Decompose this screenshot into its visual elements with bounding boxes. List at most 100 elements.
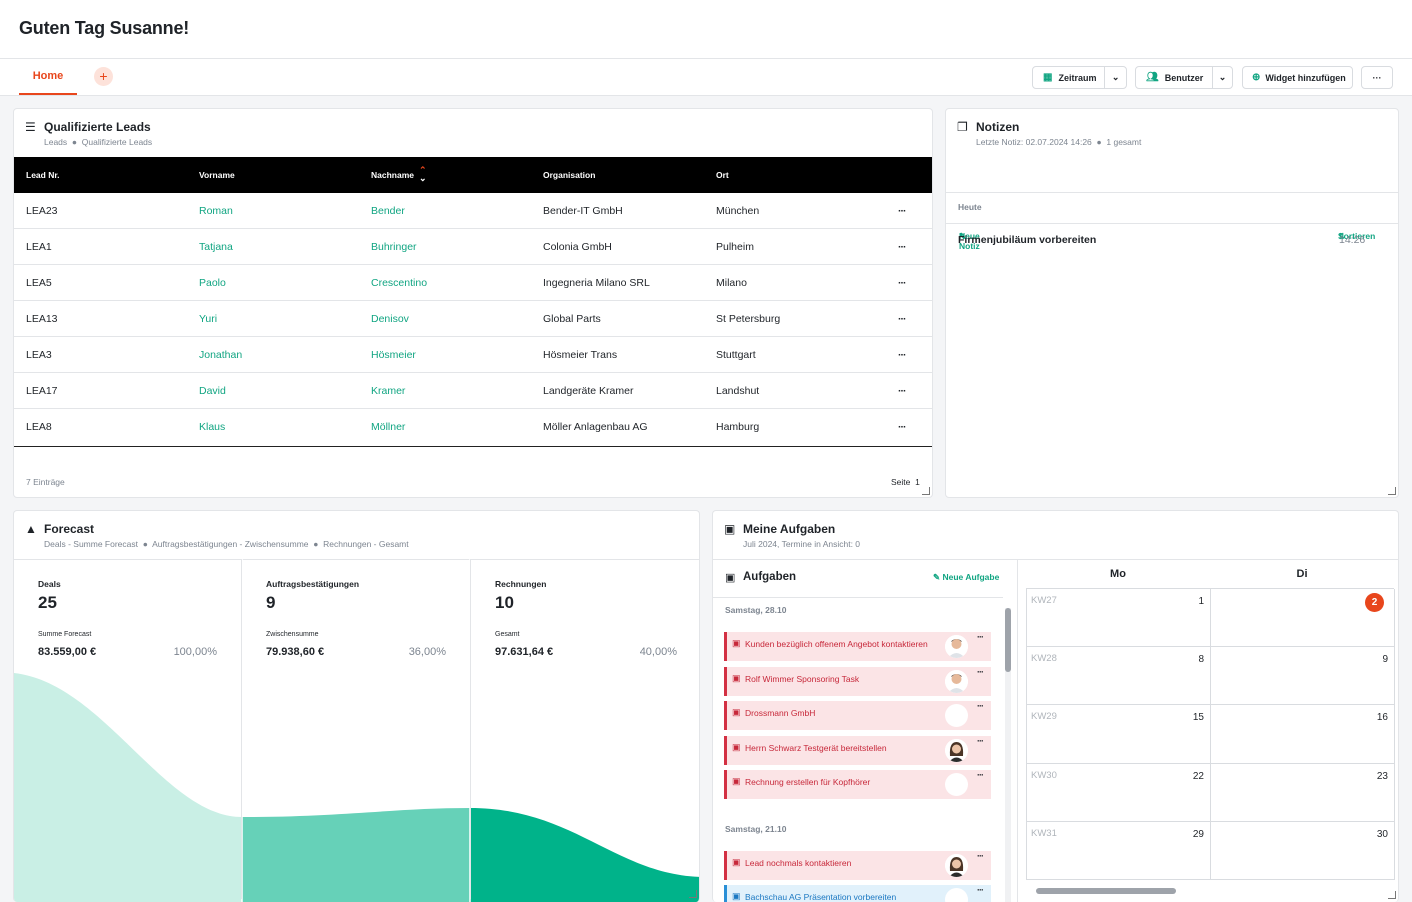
task-menu-button[interactable]: ··· (977, 885, 984, 895)
lastname-cell[interactable]: Buhringer (371, 241, 417, 253)
lastname-cell[interactable]: Denisov (371, 313, 409, 325)
firstname-cell[interactable]: Yuri (199, 313, 217, 325)
task-menu-button[interactable]: ··· (977, 770, 984, 780)
col-organisation[interactable]: Organisation (543, 170, 595, 180)
calendar-day-cell[interactable]: KW27 1 (1027, 589, 1211, 648)
calendar-day-cell[interactable]: 2 (1211, 589, 1395, 648)
leads-title: Qualifizierte Leads (44, 120, 151, 134)
day-header-mo: Mo (1110, 568, 1126, 580)
row-menu-button[interactable]: ··· (898, 349, 906, 361)
table-row[interactable]: LEA23 Roman Bender Bender-IT GmbH München ··· (14, 193, 932, 229)
chevron-down-icon[interactable]: ⌄ (1213, 72, 1232, 83)
row-menu-button[interactable]: ··· (898, 313, 906, 325)
row-menu-button[interactable]: ··· (898, 205, 906, 217)
row-menu-button[interactable]: ··· (898, 385, 906, 397)
day-header-di: Di (1296, 568, 1308, 580)
lead-nr-cell: LEA23 (26, 205, 58, 217)
table-row[interactable]: LEA5 Paolo Crescentino Ingegneria Milano SR… (14, 265, 932, 301)
firstname-cell[interactable]: Jonathan (199, 349, 242, 361)
lastname-cell[interactable]: Bender (371, 205, 405, 217)
resize-handle[interactable] (689, 890, 697, 898)
firstname-cell[interactable]: Tatjana (199, 241, 233, 253)
task-item[interactable]: ▣ Rolf Wimmer Sponsoring Task ··· (724, 666, 991, 696)
task-menu-button[interactable]: ··· (977, 736, 984, 746)
row-menu-button[interactable]: ··· (898, 241, 906, 253)
users-button[interactable]: 👥︎ Benutzer ⌄ (1135, 66, 1233, 89)
calendar-day-cell[interactable]: KW29 15 (1027, 705, 1211, 764)
pagination[interactable]: Seite 1 (891, 477, 920, 487)
resize-handle[interactable] (1388, 487, 1396, 495)
forecast-amount: 97.631,64 € (495, 646, 554, 658)
note-item-title[interactable]: Firmenjubiläum vorbereiten (958, 234, 1096, 246)
task-menu-button[interactable]: ··· (977, 667, 984, 677)
horizontal-scrollbar[interactable] (1036, 888, 1176, 894)
forecast-column: Deals 25 Summe Forecast 83.559,00 € 100,00% (14, 559, 242, 899)
sort-icon[interactable]: ⌃ ⌄ (419, 166, 427, 183)
period-label: Zeitraum (1058, 72, 1097, 83)
col-nachname[interactable]: Nachname (371, 170, 414, 180)
col-lead-nr[interactable]: Lead Nr. (26, 170, 60, 180)
col-vorname[interactable]: Vorname (199, 170, 235, 180)
more-button[interactable]: ··· (1361, 66, 1393, 89)
table-row[interactable]: LEA3 Jonathan Hösmeier Hösmeier Trans Stuttg… (14, 337, 932, 373)
firstname-cell[interactable]: David (199, 385, 226, 397)
table-row[interactable]: LEA1 Tatjana Buhringer Colonia GmbH Pulheim ·… (14, 229, 932, 265)
day-number: 16 (1376, 712, 1388, 724)
chevron-down-icon[interactable]: ⌄ (1105, 72, 1126, 83)
period-button[interactable]: ▦ Zeitraum ⌄ (1032, 66, 1127, 89)
task-item[interactable]: ▣ Kunden bezüglich offenem Angebot kontak… (724, 632, 991, 661)
task-check-icon: ▣ (732, 856, 741, 867)
row-menu-button[interactable]: ··· (898, 277, 906, 289)
scrollbar[interactable] (1005, 608, 1011, 902)
firstname-cell[interactable]: Klaus (199, 421, 225, 433)
tasks-widget: ▣ Meine Aufgaben Juli 2024, Termine in A… (712, 510, 1399, 902)
forecast-count: 10 (495, 593, 514, 612)
lastname-cell[interactable]: Crescentino (371, 277, 427, 289)
add-tab-button[interactable]: + (94, 67, 113, 86)
task-check-icon: ▣ (732, 638, 741, 648)
lastname-cell[interactable]: Hösmeier (371, 349, 416, 361)
new-task-button[interactable]: ✎ Neue Aufgabe (933, 572, 999, 583)
task-item[interactable]: ▣ Drossmann GmbH ··· (724, 701, 991, 730)
calendar-day-cell[interactable]: 9 (1211, 647, 1395, 706)
task-item[interactable]: ▣ Rechnung erstellen für Kopfhörer ··· (724, 770, 991, 799)
row-menu-button[interactable]: ··· (898, 421, 906, 433)
calendar-day-cell[interactable]: 23 (1211, 763, 1395, 822)
lastname-cell[interactable]: Kramer (371, 385, 405, 397)
resize-handle[interactable] (1388, 891, 1396, 899)
resize-handle[interactable] (922, 487, 930, 495)
notes-widget: ❐ Notizen Letzte Notiz: 02.07.2024 14:26… (945, 108, 1399, 498)
calendar-day-cell[interactable]: 30 (1211, 821, 1395, 880)
calendar-day-cell[interactable]: KW28 8 (1027, 647, 1211, 706)
forecast-percent: 100,00% (173, 646, 217, 658)
organisation-cell: Colonia GmbH (543, 241, 612, 253)
calendar-day-cell[interactable]: 16 (1211, 705, 1395, 764)
calendar-day-cell[interactable]: KW31 29 (1027, 821, 1211, 880)
col-ort[interactable]: Ort (716, 170, 729, 180)
task-item[interactable]: ▣ Herrn Schwarz Testgerät bereitstellen ··… (724, 735, 991, 765)
users-icon: 👥︎ (1146, 72, 1159, 83)
table-row[interactable]: LEA17 David Kramer Landgeräte Kramer Landshu… (14, 373, 932, 409)
task-item[interactable]: ▣ Bachschau AG Präsentation vorbereiten ··… (724, 885, 991, 902)
table-row[interactable]: LEA8 Klaus Möllner Möller Anlagenbau AG Hamb… (14, 409, 932, 445)
table-row[interactable]: LEA13 Yuri Denisov Global Parts St Petersbur… (14, 301, 932, 337)
firstname-cell[interactable]: Paolo (199, 277, 226, 289)
add-widget-button[interactable]: ⊕ Widget hinzufügen (1242, 66, 1353, 89)
week-number: KW28 (1031, 653, 1057, 665)
edit-icon: ✎ (933, 572, 941, 582)
entry-count: 7 Einträge (26, 477, 65, 487)
task-menu-button[interactable]: ··· (977, 632, 984, 642)
task-menu-button[interactable]: ··· (977, 851, 984, 861)
forecast-sub-label: Zwischensumme (266, 631, 319, 638)
avatar (945, 704, 968, 727)
avatar (945, 635, 968, 658)
tab-home[interactable]: Home (19, 59, 77, 95)
calendar-day-cell[interactable]: KW30 22 (1027, 763, 1211, 822)
lastname-cell[interactable]: Möllner (371, 421, 405, 433)
task-menu-button[interactable]: ··· (977, 701, 984, 711)
avatar (945, 888, 968, 902)
lead-nr-cell: LEA5 (26, 277, 52, 289)
firstname-cell[interactable]: Roman (199, 205, 233, 217)
task-item[interactable]: ▣ Lead nochmals kontaktieren ··· (724, 850, 991, 880)
city-cell: St Petersburg (716, 313, 781, 325)
